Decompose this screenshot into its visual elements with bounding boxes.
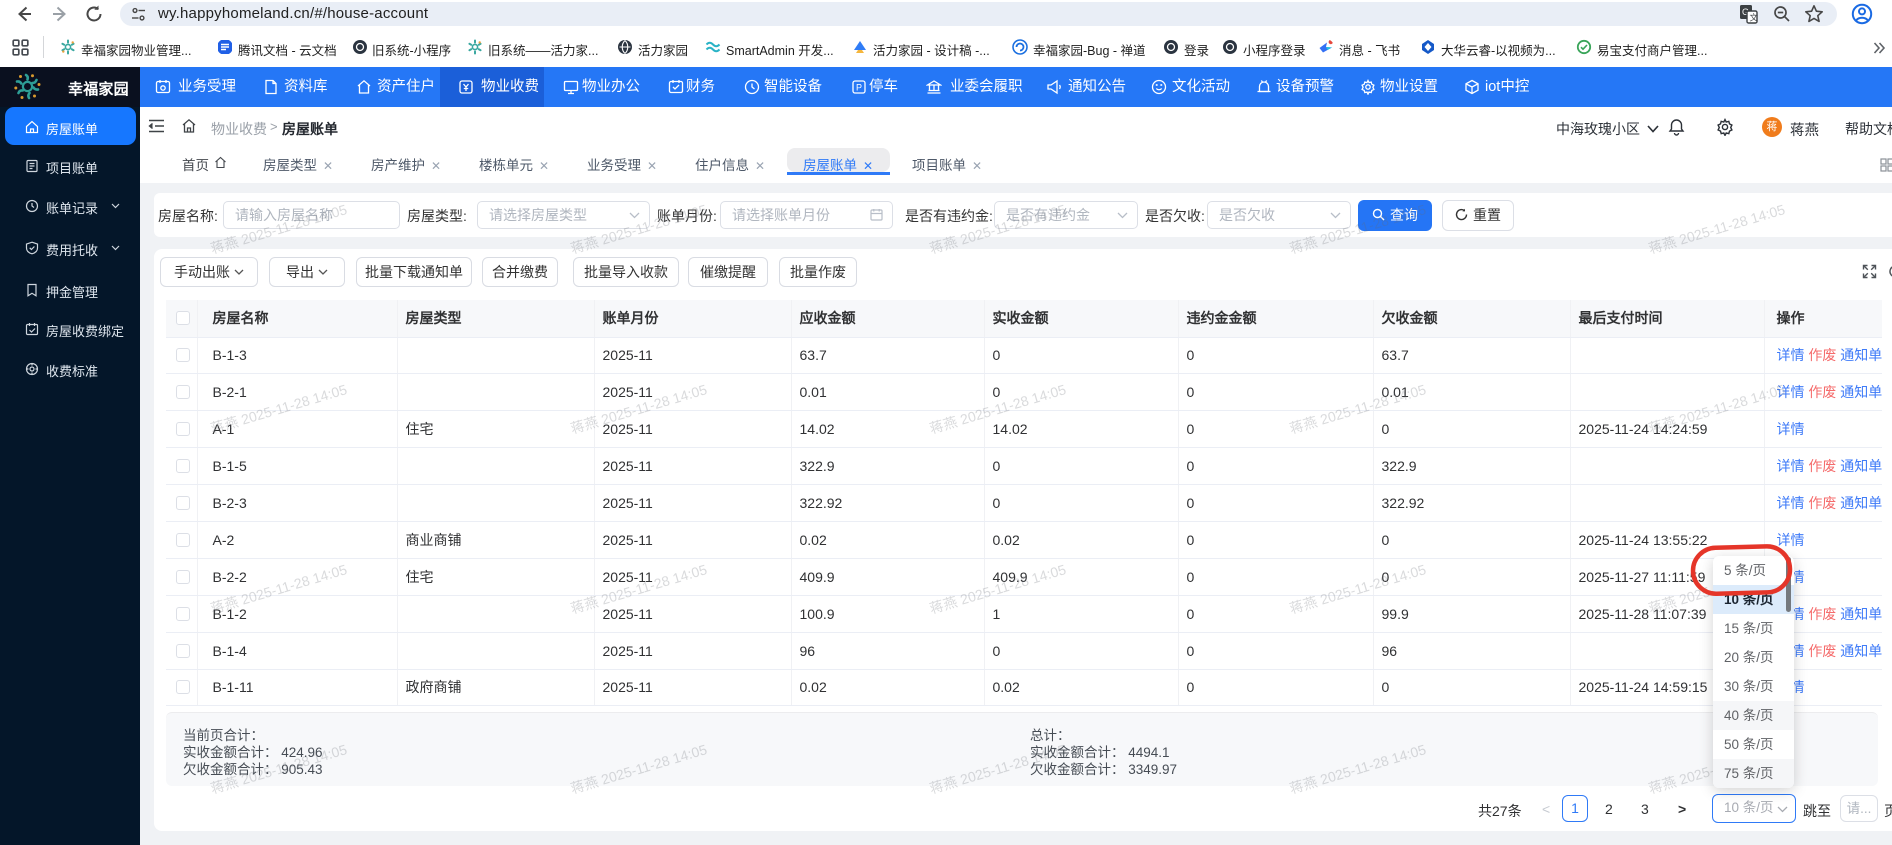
svg-text:P: P <box>856 83 862 93</box>
svg-text:文: 文 <box>1750 13 1759 23</box>
